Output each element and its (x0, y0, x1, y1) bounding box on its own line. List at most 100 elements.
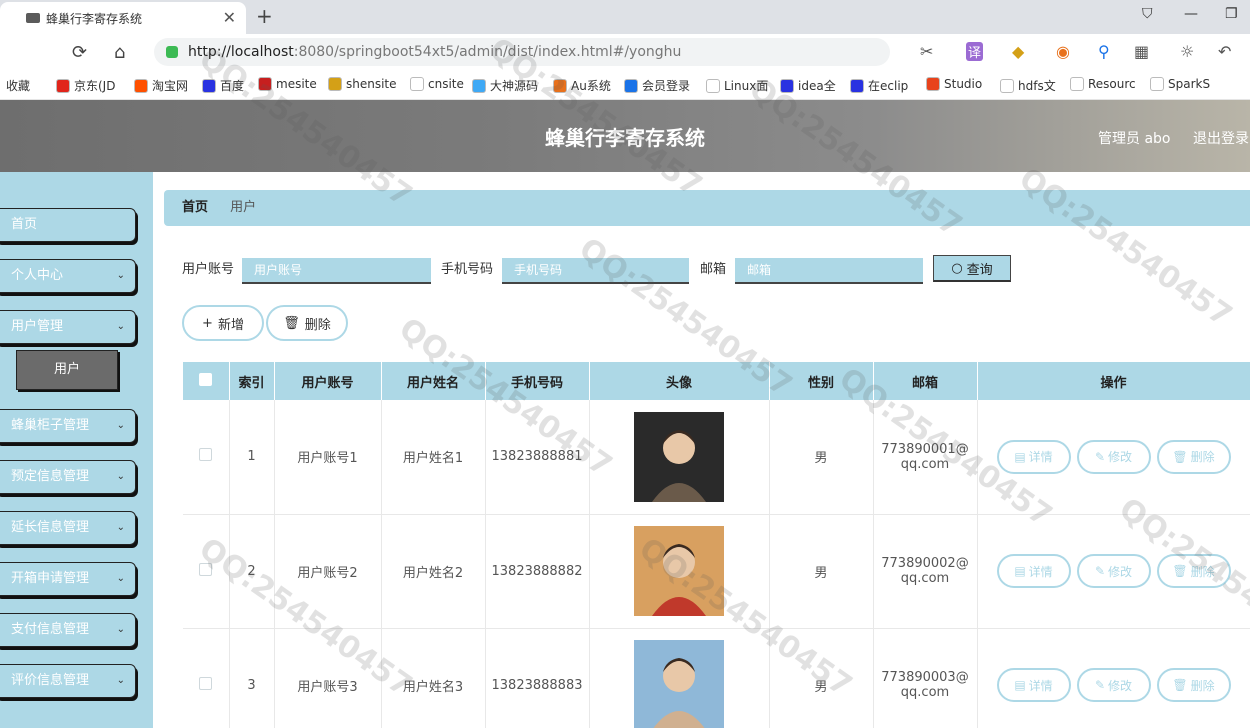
logout-link[interactable]: 退出登录 (1193, 128, 1249, 148)
sidebar-item[interactable]: 个人中心 ⌄ (0, 259, 136, 293)
avatar-image (634, 526, 724, 616)
bookmark-item[interactable]: 在eclip (850, 77, 908, 94)
sidebar-item-label: 开箱申请管理 (11, 571, 90, 586)
sidebar-item[interactable]: 支付信息管理 ⌄ (0, 613, 136, 647)
bookmark-label: idea全 (798, 79, 836, 93)
bookmark-item[interactable]: 淘宝网 (134, 77, 188, 94)
sidebar: 用户 首页个人中心 ⌄ 用户管理 ⌄ 蜂巢柜子管理 ⌄ 预定信息管理 ⌄ 延长信息管理 ⌄ 开箱申请… (0, 172, 153, 728)
col-header: 操作 (977, 362, 1250, 400)
row-select-cell[interactable] (183, 514, 230, 629)
tab-favicon-icon (26, 13, 40, 23)
url-field[interactable]: http://localhost:8080/springboot54xt5/ad… (154, 38, 890, 66)
search-ext-icon[interactable]: ⚲ (1098, 42, 1110, 61)
bookmark-item[interactable]: Studio (926, 77, 982, 91)
bookmark-icon (780, 78, 794, 93)
home-icon[interactable]: ⌂ (114, 42, 125, 63)
trash-icon: 🗑 (1172, 678, 1188, 692)
add-button[interactable]: + 新增 (182, 305, 264, 341)
sidebar-item[interactable]: 预定信息管理 ⌄ (0, 460, 136, 494)
new-tab-icon[interactable]: + (256, 4, 273, 28)
sidebar-item[interactable]: 用户管理 ⌄ (0, 310, 136, 344)
bookmark-item[interactable]: cnsite (410, 77, 464, 91)
sidebar-item[interactable]: 延长信息管理 ⌄ (0, 511, 136, 545)
sidebar-item[interactable]: 首页 (0, 208, 136, 242)
pencil-icon: ✎ (1094, 564, 1106, 578)
bookmark-label: hdfs文 (1018, 79, 1056, 93)
bookmark-item[interactable]: shensite (328, 77, 397, 91)
email-search-input[interactable] (735, 258, 923, 284)
phone-cell: 13823888882 (485, 514, 590, 629)
edit-button[interactable]: ✎ 修改 (1076, 668, 1151, 702)
gender-cell: 男 (769, 400, 874, 515)
sidebar-subitem-user[interactable]: 用户 (16, 350, 118, 390)
undo-icon[interactable]: ↶ (1218, 42, 1231, 61)
row-select-cell[interactable] (183, 628, 230, 728)
bulk-delete-button[interactable]: 🗑 删除 (266, 305, 348, 341)
sidebar-item-label: 蜂巢柜子管理 (11, 418, 90, 433)
user-table: 索引 用户账号 用户姓名 手机号码 头像 性别 邮箱 操作 1 用户账号1 用户姓名… (183, 362, 1250, 728)
name-cell: 用户姓名1 (381, 400, 486, 515)
brightness-icon[interactable]: ☼ (1180, 42, 1194, 61)
bookmark-item[interactable]: 百度 (202, 77, 244, 94)
col-header: 索引 (229, 362, 275, 400)
sidebar-item[interactable]: 蜂巢柜子管理 ⌄ (0, 409, 136, 443)
row-delete-button[interactable]: 🗑 删除 (1156, 554, 1231, 588)
pin-icon[interactable]: ⛉ (1142, 6, 1153, 22)
avatar-image (634, 411, 724, 502)
bookmark-item[interactable]: 大神源码 (472, 77, 538, 94)
tab-close-icon[interactable]: ✕ (223, 8, 236, 27)
bookmark-item[interactable]: Au系统 (553, 77, 611, 94)
document-icon: ▤ (1014, 678, 1026, 692)
bookmark-item[interactable]: 收藏 (6, 77, 30, 94)
url-host: http://localhost (188, 44, 294, 60)
bookmark-item[interactable]: Linux面 (706, 77, 768, 94)
browser-tab[interactable]: 蜂巢行李寄存系统 ✕ (0, 2, 246, 34)
select-all-checkbox[interactable] (199, 372, 213, 386)
row-checkbox[interactable] (199, 448, 213, 462)
bookmark-label: 在eclip (868, 79, 909, 93)
row-delete-button-label: 删除 (1190, 678, 1215, 693)
grid-icon[interactable]: ▦ (1134, 42, 1149, 61)
bookmark-item[interactable]: 京东(JD (56, 77, 115, 94)
col-header: 用户账号 (274, 362, 382, 400)
edit-button[interactable]: ✎ 修改 (1076, 554, 1151, 588)
trash-icon: 🗑 (283, 315, 300, 331)
select-all-header[interactable] (183, 362, 230, 400)
bookmark-item[interactable]: idea全 (780, 77, 836, 94)
detail-button[interactable]: ▤ 详情 (996, 439, 1071, 474)
phone-search-input[interactable] (502, 258, 689, 284)
row-delete-button[interactable]: 🗑 删除 (1156, 668, 1231, 702)
bookmark-label: 会员登录 (642, 79, 691, 93)
account-search-input[interactable] (242, 258, 431, 284)
bookmark-item[interactable]: hdfs文 (1000, 77, 1056, 94)
bookmark-item[interactable]: SparkS (1150, 77, 1210, 91)
breadcrumb-home[interactable]: 首页 (182, 200, 208, 215)
row-checkbox[interactable] (199, 562, 213, 576)
app-title: 蜂巢行李寄存系统 (545, 126, 705, 150)
sidebar-item[interactable]: 开箱申请管理 ⌄ (0, 562, 136, 596)
row-checkbox[interactable] (199, 676, 213, 690)
bookmark-icon (472, 78, 486, 93)
game-icon[interactable]: ◉ (1056, 42, 1070, 61)
sidebar-item[interactable]: 评价信息管理 ⌄ (0, 664, 136, 698)
maximize-icon[interactable]: ❐ (1225, 6, 1238, 22)
row-select-cell[interactable] (183, 400, 230, 515)
search-icon: ○ (951, 260, 963, 276)
edit-button[interactable]: ✎ 修改 (1076, 439, 1151, 474)
translate-icon[interactable]: 译 (966, 42, 984, 61)
sidebar-item-label: 首页 (11, 217, 38, 232)
shield-ext-icon[interactable]: ◆ (1012, 42, 1024, 61)
bookmark-item[interactable]: mesite (258, 77, 317, 91)
detail-button[interactable]: ▤ 详情 (996, 668, 1071, 702)
minimize-icon[interactable]: — (1184, 6, 1198, 22)
bookmark-item[interactable]: 会员登录 (624, 77, 690, 94)
reload-icon[interactable]: ⟳ (72, 42, 87, 63)
scissors-icon[interactable]: ✂ (920, 42, 933, 61)
query-button[interactable]: ○ 查询 (933, 255, 1011, 282)
account-cell: 用户账号2 (274, 514, 382, 629)
bookmark-item[interactable]: Resourc (1070, 77, 1136, 91)
row-delete-button[interactable]: 🗑 删除 (1156, 439, 1231, 474)
detail-button[interactable]: ▤ 详情 (996, 554, 1071, 588)
email-label: 邮箱 (700, 262, 727, 277)
url-path: :8080/springboot54xt5/admin/dist/index.h… (293, 44, 682, 60)
